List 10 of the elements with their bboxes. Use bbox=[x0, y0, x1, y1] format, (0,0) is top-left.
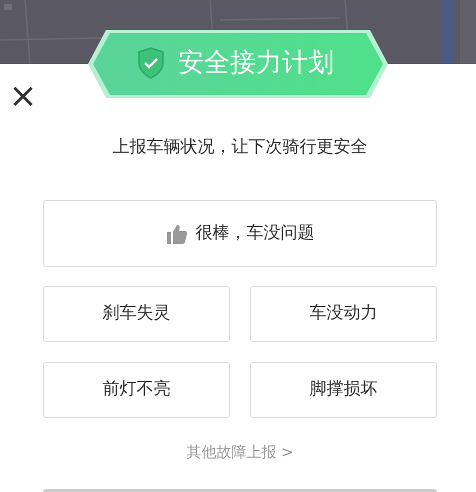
close-button[interactable]: × bbox=[8, 80, 38, 112]
option-button[interactable]: 前灯不亮 bbox=[43, 362, 230, 418]
option-button[interactable]: 车没动力 bbox=[250, 286, 437, 342]
option-button[interactable]: 很棒，车没问题 bbox=[43, 200, 437, 267]
option-button[interactable]: 刹车失灵 bbox=[43, 286, 230, 342]
banner-title: 安全接力计划 bbox=[178, 48, 334, 79]
subtitle: 上报车辆状况，让下次骑行更安全 bbox=[112, 136, 368, 159]
shield-check-icon bbox=[138, 47, 164, 79]
thumbs-up-icon bbox=[166, 222, 188, 244]
option-button[interactable]: 脚撑损坏 bbox=[250, 362, 437, 418]
